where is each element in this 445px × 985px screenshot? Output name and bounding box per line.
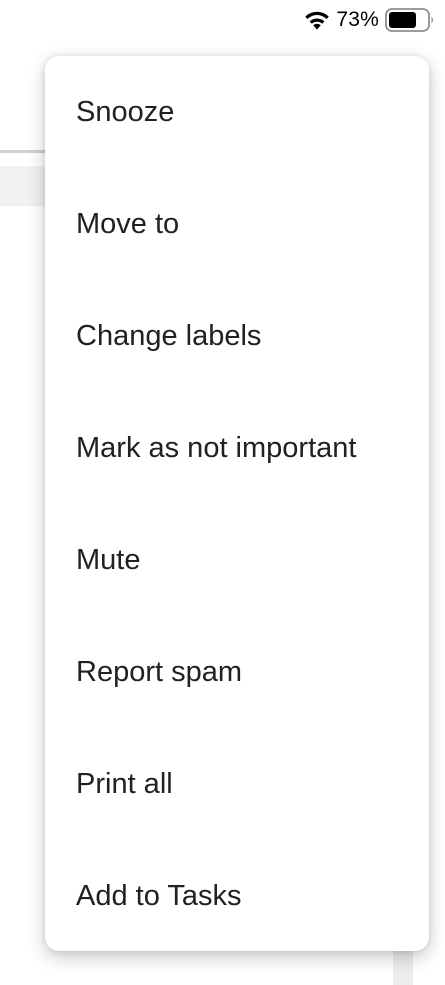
menu-item-report-spam[interactable]: Report spam [45, 616, 429, 728]
menu-item-move-to[interactable]: Move to [45, 168, 429, 280]
wifi-icon [305, 11, 330, 30]
status-bar: 73% [304, 0, 445, 40]
menu-item-change-labels[interactable]: Change labels [45, 280, 429, 392]
menu-item-add-to-tasks[interactable]: Add to Tasks [45, 840, 429, 951]
menu-item-mute[interactable]: Mute [45, 504, 429, 616]
menu-item-print-all[interactable]: Print all [45, 728, 429, 840]
menu-item-snooze[interactable]: Snooze [45, 56, 429, 168]
battery-icon [385, 8, 433, 32]
battery-percentage: 73% [336, 8, 379, 31]
overflow-menu: Snooze Move to Change labels Mark as not… [45, 56, 429, 951]
menu-item-mark-as-not-important[interactable]: Mark as not important [45, 392, 429, 504]
